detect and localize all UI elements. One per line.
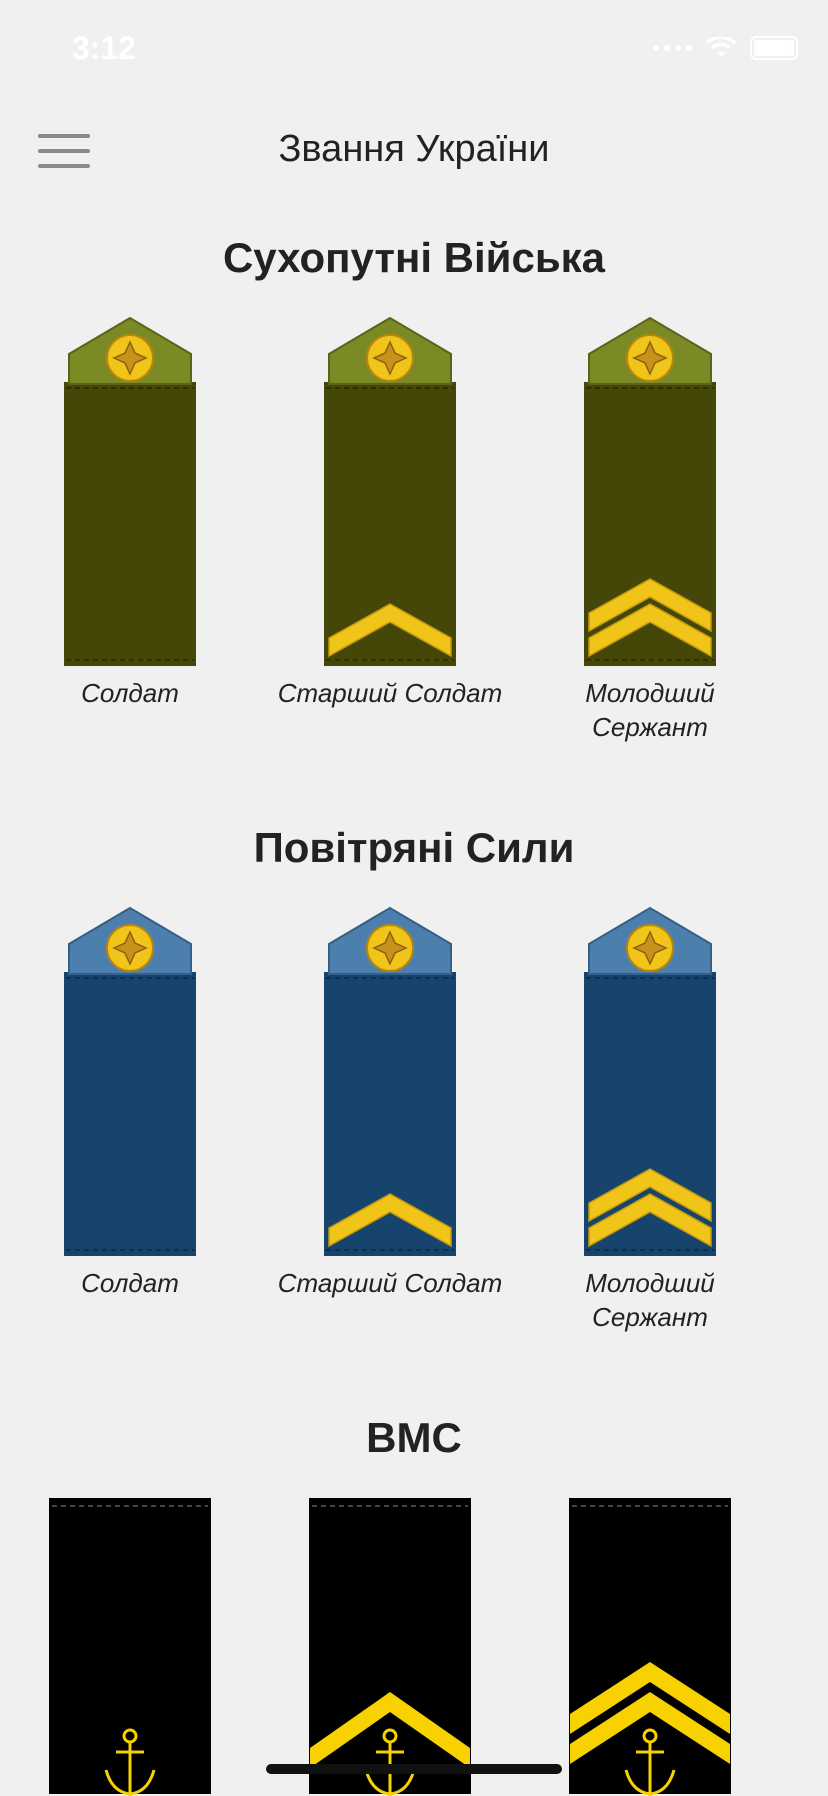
shoulder-board-image (324, 906, 456, 1256)
rank-item[interactable]: Молодший Сержант (520, 906, 780, 1334)
rank-label-line: Молодший (585, 678, 715, 708)
signal-icon (653, 45, 692, 51)
rank-label: Солдат (81, 1268, 179, 1298)
status-icons (653, 36, 798, 60)
rank-item[interactable] (0, 1496, 260, 1796)
rank-label: Старший Солдат (277, 1268, 503, 1298)
rank-label: Молодший Сержант (520, 1266, 780, 1334)
section-title-air-force: Повітряні Сили (253, 824, 575, 871)
battery-icon (750, 36, 798, 60)
rank-item[interactable]: Солдат (0, 906, 260, 1300)
home-indicator (266, 1764, 562, 1774)
rank-label: Старший Солдат (277, 678, 503, 708)
rank-label-line: Сержант (592, 712, 708, 742)
wifi-icon (706, 37, 736, 57)
shoulder-board-image (64, 316, 196, 666)
shoulder-board-image (584, 906, 716, 1256)
section-title-navy: ВМС (366, 1414, 462, 1461)
rank-label-line: Сержант (592, 1302, 708, 1332)
shoulder-board-image (584, 316, 716, 666)
status-time: 3:12 (72, 30, 137, 66)
section-title-land-forces: Сухопутні Війська (222, 234, 606, 281)
shoulder-board-image (49, 1498, 211, 1796)
rank-item[interactable]: Старший Солдат (260, 906, 520, 1300)
rank-item[interactable]: Молодший Сержант (520, 316, 780, 744)
rank-label: Молодший Сержант (520, 676, 780, 744)
navigation-bar: Звання України (0, 100, 828, 204)
rank-label: Солдат (81, 678, 179, 708)
status-bar: 3:12 (0, 0, 828, 100)
rank-item[interactable]: Старший Солдат (260, 316, 520, 710)
rank-item[interactable] (260, 1496, 520, 1796)
shoulder-board-image (324, 316, 456, 666)
rank-label-line: Молодший (585, 1268, 715, 1298)
shoulder-board-image (64, 906, 196, 1256)
shoulder-board-image (569, 1498, 731, 1796)
rank-item[interactable] (520, 1496, 780, 1796)
shoulder-board-image (309, 1498, 471, 1796)
page-title: Звання України (278, 128, 550, 170)
rank-item[interactable]: Солдат (0, 316, 260, 710)
